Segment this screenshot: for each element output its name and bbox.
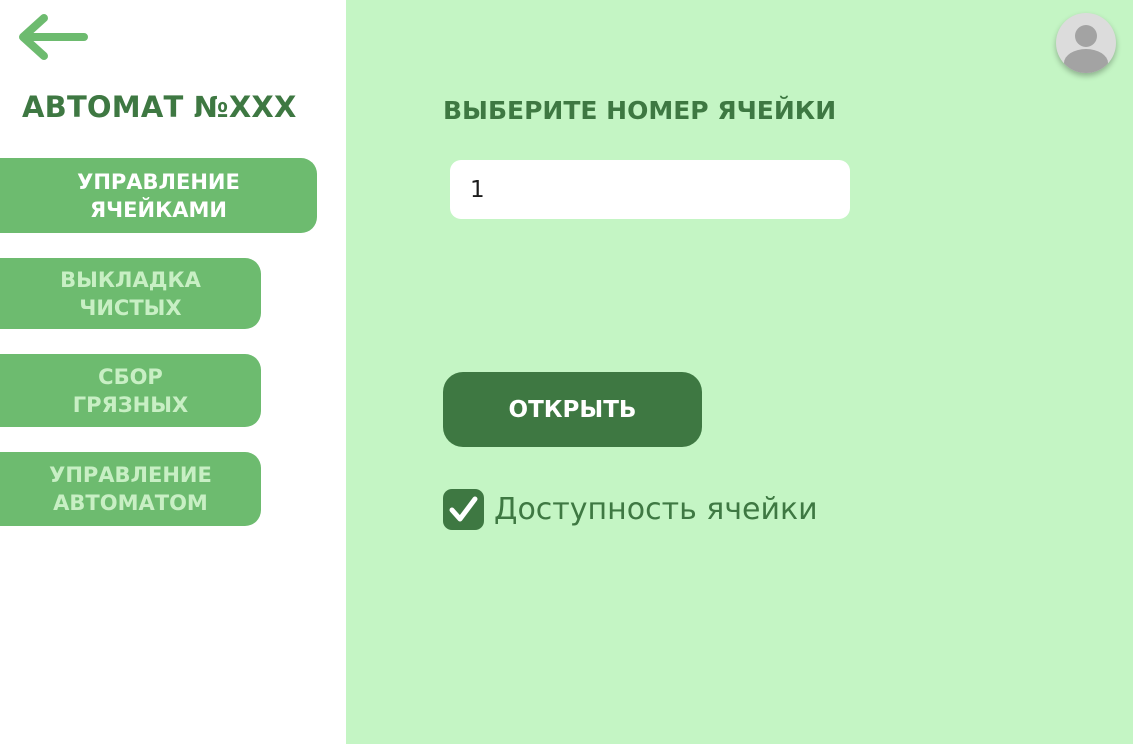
nav-item-machine-management[interactable]: УПРАВЛЕНИЕ АВТОМАТОМ	[0, 452, 261, 526]
cell-number-prompt: ВЫБЕРИТЕ НОМЕР ЯЧЕЙКИ	[443, 96, 837, 125]
nav-item-dirty-collection[interactable]: СБОР ГРЯЗНЫХ	[0, 354, 261, 427]
nav-item-clean-layout[interactable]: ВЫКЛАДКА ЧИСТЫХ	[0, 258, 261, 329]
availability-label: Доступность ячейки	[494, 492, 818, 527]
cell-number-input[interactable]	[450, 160, 850, 219]
sidebar: АВТОМАТ №XXX УПРАВЛЕНИЕ ЯЧЕЙКАМИ ВЫКЛАДК…	[0, 0, 346, 744]
nav-item-label: ВЫКЛАДКА ЧИСТЫХ	[60, 267, 201, 320]
arrow-left-icon	[19, 14, 88, 60]
open-button[interactable]: ОТКРЫТЬ	[443, 372, 702, 447]
availability-checkbox[interactable]	[443, 489, 484, 530]
machine-title: АВТОМАТ №XXX	[22, 90, 297, 124]
nav-item-label: УПРАВЛЕНИЕ ЯЧЕЙКАМИ	[77, 169, 240, 222]
nav-item-label: УПРАВЛЕНИЕ АВТОМАТОМ	[49, 463, 212, 515]
nav-item-cell-management[interactable]: УПРАВЛЕНИЕ ЯЧЕЙКАМИ	[0, 158, 317, 233]
user-avatar[interactable]	[1056, 13, 1116, 73]
user-avatar-icon	[1064, 25, 1108, 73]
back-button[interactable]	[14, 12, 90, 62]
nav-item-label: СБОР ГРЯЗНЫХ	[72, 364, 189, 417]
checkmark-icon	[449, 496, 478, 522]
